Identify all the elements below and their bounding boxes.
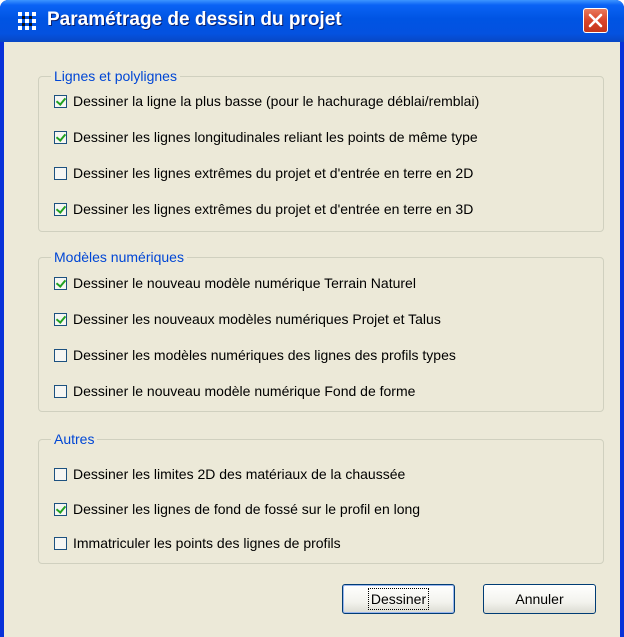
checkbox[interactable] [54,276,67,290]
checkbox[interactable] [54,384,67,398]
window-title: Paramétrage de dessin du projet [47,9,342,30]
checkbox-label: Dessiner les modèles numériques des lign… [73,347,456,363]
checkbox-row[interactable]: Dessiner les lignes longitudinales relia… [54,127,478,147]
checkbox[interactable] [54,94,67,108]
draw-button-label: Dessiner [367,588,430,610]
draw-button[interactable]: Dessiner [342,584,455,614]
checkbox-label: Dessiner la ligne la plus basse (pour le… [73,93,480,109]
checkbox-row[interactable]: Immatriculer les points des lignes de pr… [54,533,341,553]
dialog-body: Lignes et polylignes Dessiner la ligne l… [4,42,620,637]
close-button[interactable] [583,8,608,33]
checkbox[interactable] [54,536,67,550]
checkbox-row[interactable]: Dessiner les nouveaux modèles numériques… [54,309,441,329]
checkbox-label: Dessiner le nouveau modèle numérique Fon… [73,383,416,399]
checkbox-row[interactable]: Dessiner la ligne la plus basse (pour le… [54,91,479,111]
checkbox-label: Dessiner les lignes de fond de fossé sur… [73,501,421,517]
checkbox[interactable] [54,467,67,481]
dialog-window: Paramétrage de dessin du projet Lignes e… [0,0,624,637]
title-bar[interactable]: Paramétrage de dessin du projet [0,0,624,42]
checkbox-label: Dessiner les limites 2D des matériaux de… [73,466,406,482]
checkbox-label: Dessiner les nouveaux modèles numériques… [73,311,441,327]
group-label: Lignes et polylignes [51,67,180,85]
checkbox-row[interactable]: Dessiner le nouveau modèle numérique Fon… [54,381,415,401]
checkbox-row[interactable]: Dessiner les lignes de fond de fossé sur… [54,499,420,519]
checkbox[interactable] [54,166,67,180]
checkbox[interactable] [54,202,67,216]
group-modeles-numeriques: Modèles numériques Dessiner le nouveau m… [38,248,604,412]
checkbox[interactable] [54,130,67,144]
cancel-button[interactable]: Annuler [483,584,596,614]
checkbox-row[interactable]: Dessiner les limites 2D des matériaux de… [54,464,405,484]
group-lignes-polylignes: Lignes et polylignes Dessiner la ligne l… [38,67,604,232]
checkbox-label: Dessiner les lignes longitudinales relia… [73,129,478,145]
grid-app-icon [18,12,36,30]
cancel-button-label: Annuler [515,591,564,607]
group-autres: Autres Dessiner les limites 2D des matér… [38,430,604,564]
checkbox-row[interactable]: Dessiner les lignes extrêmes du projet e… [54,163,473,183]
checkbox-row[interactable]: Dessiner les lignes extrêmes du projet e… [54,199,473,219]
checkbox-label: Immatriculer les points des lignes de pr… [73,535,341,551]
checkbox-row[interactable]: Dessiner le nouveau modèle numérique Ter… [54,273,416,293]
checkbox-label: Dessiner les lignes extrêmes du projet e… [73,165,474,181]
checkbox[interactable] [54,312,67,326]
checkbox-row[interactable]: Dessiner les modèles numériques des lign… [54,345,456,365]
checkbox[interactable] [54,502,67,516]
checkbox-label: Dessiner les lignes extrêmes du projet e… [73,201,474,217]
group-label: Modèles numériques [51,248,187,266]
close-icon [588,13,603,28]
group-label: Autres [51,430,98,448]
checkbox-label: Dessiner le nouveau modèle numérique Ter… [73,275,416,291]
checkbox[interactable] [54,348,67,362]
